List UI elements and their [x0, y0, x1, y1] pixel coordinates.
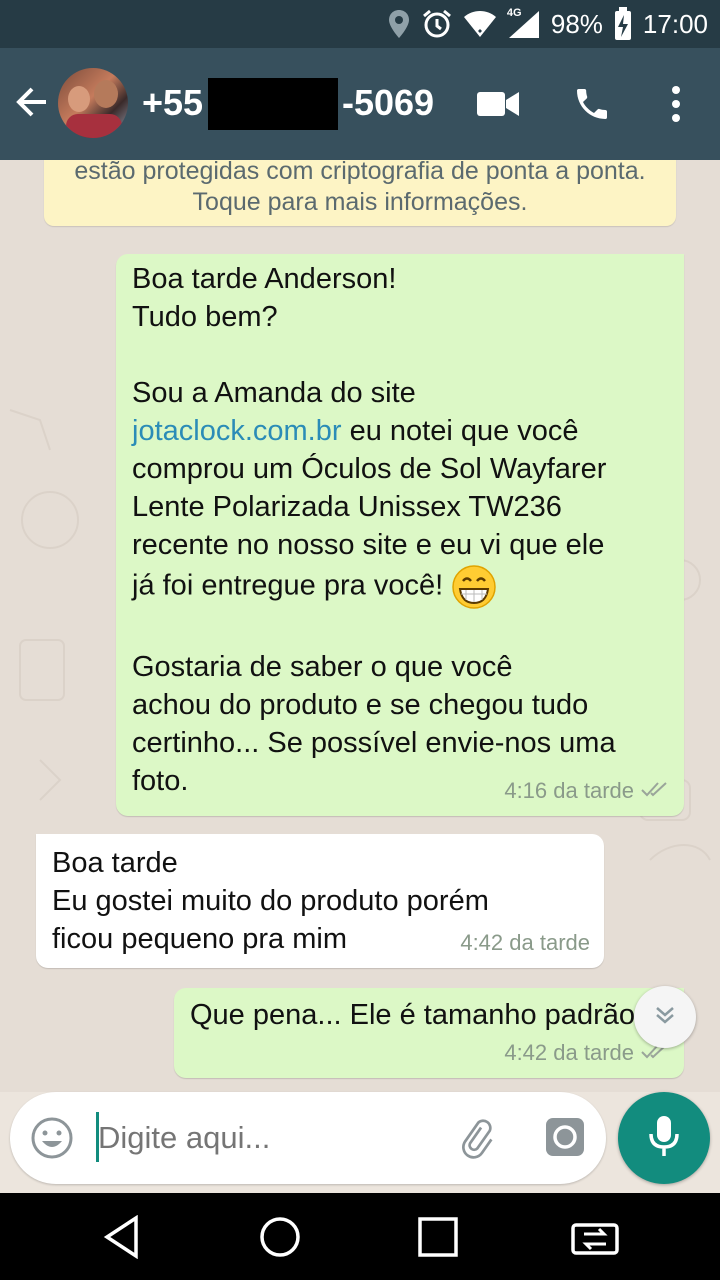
scroll-to-bottom-button[interactable]: [634, 986, 696, 1048]
contact-suffix[interactable]: -5069: [342, 82, 434, 124]
location-icon: [387, 9, 411, 39]
camera-icon[interactable]: [544, 1116, 586, 1163]
encryption-line-2: Toque para mais informações.: [192, 188, 528, 216]
signal-icon: 4G: [506, 7, 541, 39]
nav-recents-icon[interactable]: [410, 1211, 466, 1263]
contact-avatar[interactable]: [58, 68, 128, 138]
grinning-face-icon: [451, 564, 497, 610]
encryption-line-1: estão protegidas com criptografia de pon…: [74, 160, 646, 185]
outgoing-message[interactable]: Boa tarde Anderson! Tudo bem? Sou a Aman…: [116, 254, 684, 816]
message-time: 4:16 da tarde: [504, 778, 634, 803]
message-paragraph-1: Boa tarde Anderson! Tudo bem?: [132, 263, 397, 333]
phone-icon[interactable]: [570, 82, 614, 126]
nav-rotate-icon[interactable]: [568, 1211, 624, 1263]
nav-back-icon[interactable]: [94, 1211, 150, 1263]
network-type-label: 4G: [506, 7, 522, 19]
system-nav-bar: [0, 1193, 720, 1280]
message-text: Boa tarde Anderson! Tudo bem? Sou a Aman…: [132, 260, 616, 800]
chat-header: +55 -5069: [0, 48, 720, 160]
mic-icon: [647, 1114, 681, 1163]
video-call-icon[interactable]: [474, 82, 522, 126]
emoji-icon[interactable]: [30, 1116, 74, 1165]
chevron-double-down-icon: [652, 1002, 678, 1033]
message-meta: 4:16 da tarde: [504, 772, 670, 810]
battery-charging-icon: [613, 7, 633, 41]
message-composer: [10, 1092, 606, 1184]
alarm-icon: [421, 8, 453, 40]
battery-percent: 98%: [550, 8, 603, 39]
outgoing-message[interactable]: Que pena... Ele é tamanho padrão 4:42 da…: [174, 988, 684, 1078]
message-meta: 4:42 da tarde: [460, 924, 590, 962]
message-text: Boa tarde Eu gostei muito do produto por…: [52, 847, 489, 955]
mic-button[interactable]: [618, 1092, 710, 1184]
message-paragraph-2: Sou a Amanda do site: [132, 377, 416, 409]
double-check-icon: [640, 772, 670, 810]
message-time: 4:42 da tarde: [460, 930, 590, 955]
message-text: Que pena... Ele é tamanho padrão: [190, 999, 635, 1031]
attach-icon[interactable]: [454, 1116, 498, 1165]
message-input[interactable]: [98, 1120, 428, 1156]
clock-time: 17:00: [642, 8, 708, 39]
message-time: 4:42 da tarde: [504, 1040, 634, 1065]
wifi-icon: [463, 10, 497, 38]
chat-area[interactable]: estão protegidas com criptografia de pon…: [0, 160, 720, 1092]
incoming-message[interactable]: Boa tarde Eu gostei muito do produto por…: [36, 834, 604, 968]
redacted-number-block: [208, 78, 338, 130]
back-arrow-icon[interactable]: [12, 82, 56, 126]
nav-home-icon[interactable]: [252, 1211, 308, 1263]
status-bar: 4G 98% 17:00: [0, 0, 720, 48]
more-vert-icon[interactable]: [662, 82, 690, 126]
contact-prefix[interactable]: +55: [142, 82, 203, 124]
encryption-notice[interactable]: estão protegidas com criptografia de pon…: [44, 160, 676, 226]
site-link[interactable]: jotaclock.com.br: [132, 415, 342, 447]
